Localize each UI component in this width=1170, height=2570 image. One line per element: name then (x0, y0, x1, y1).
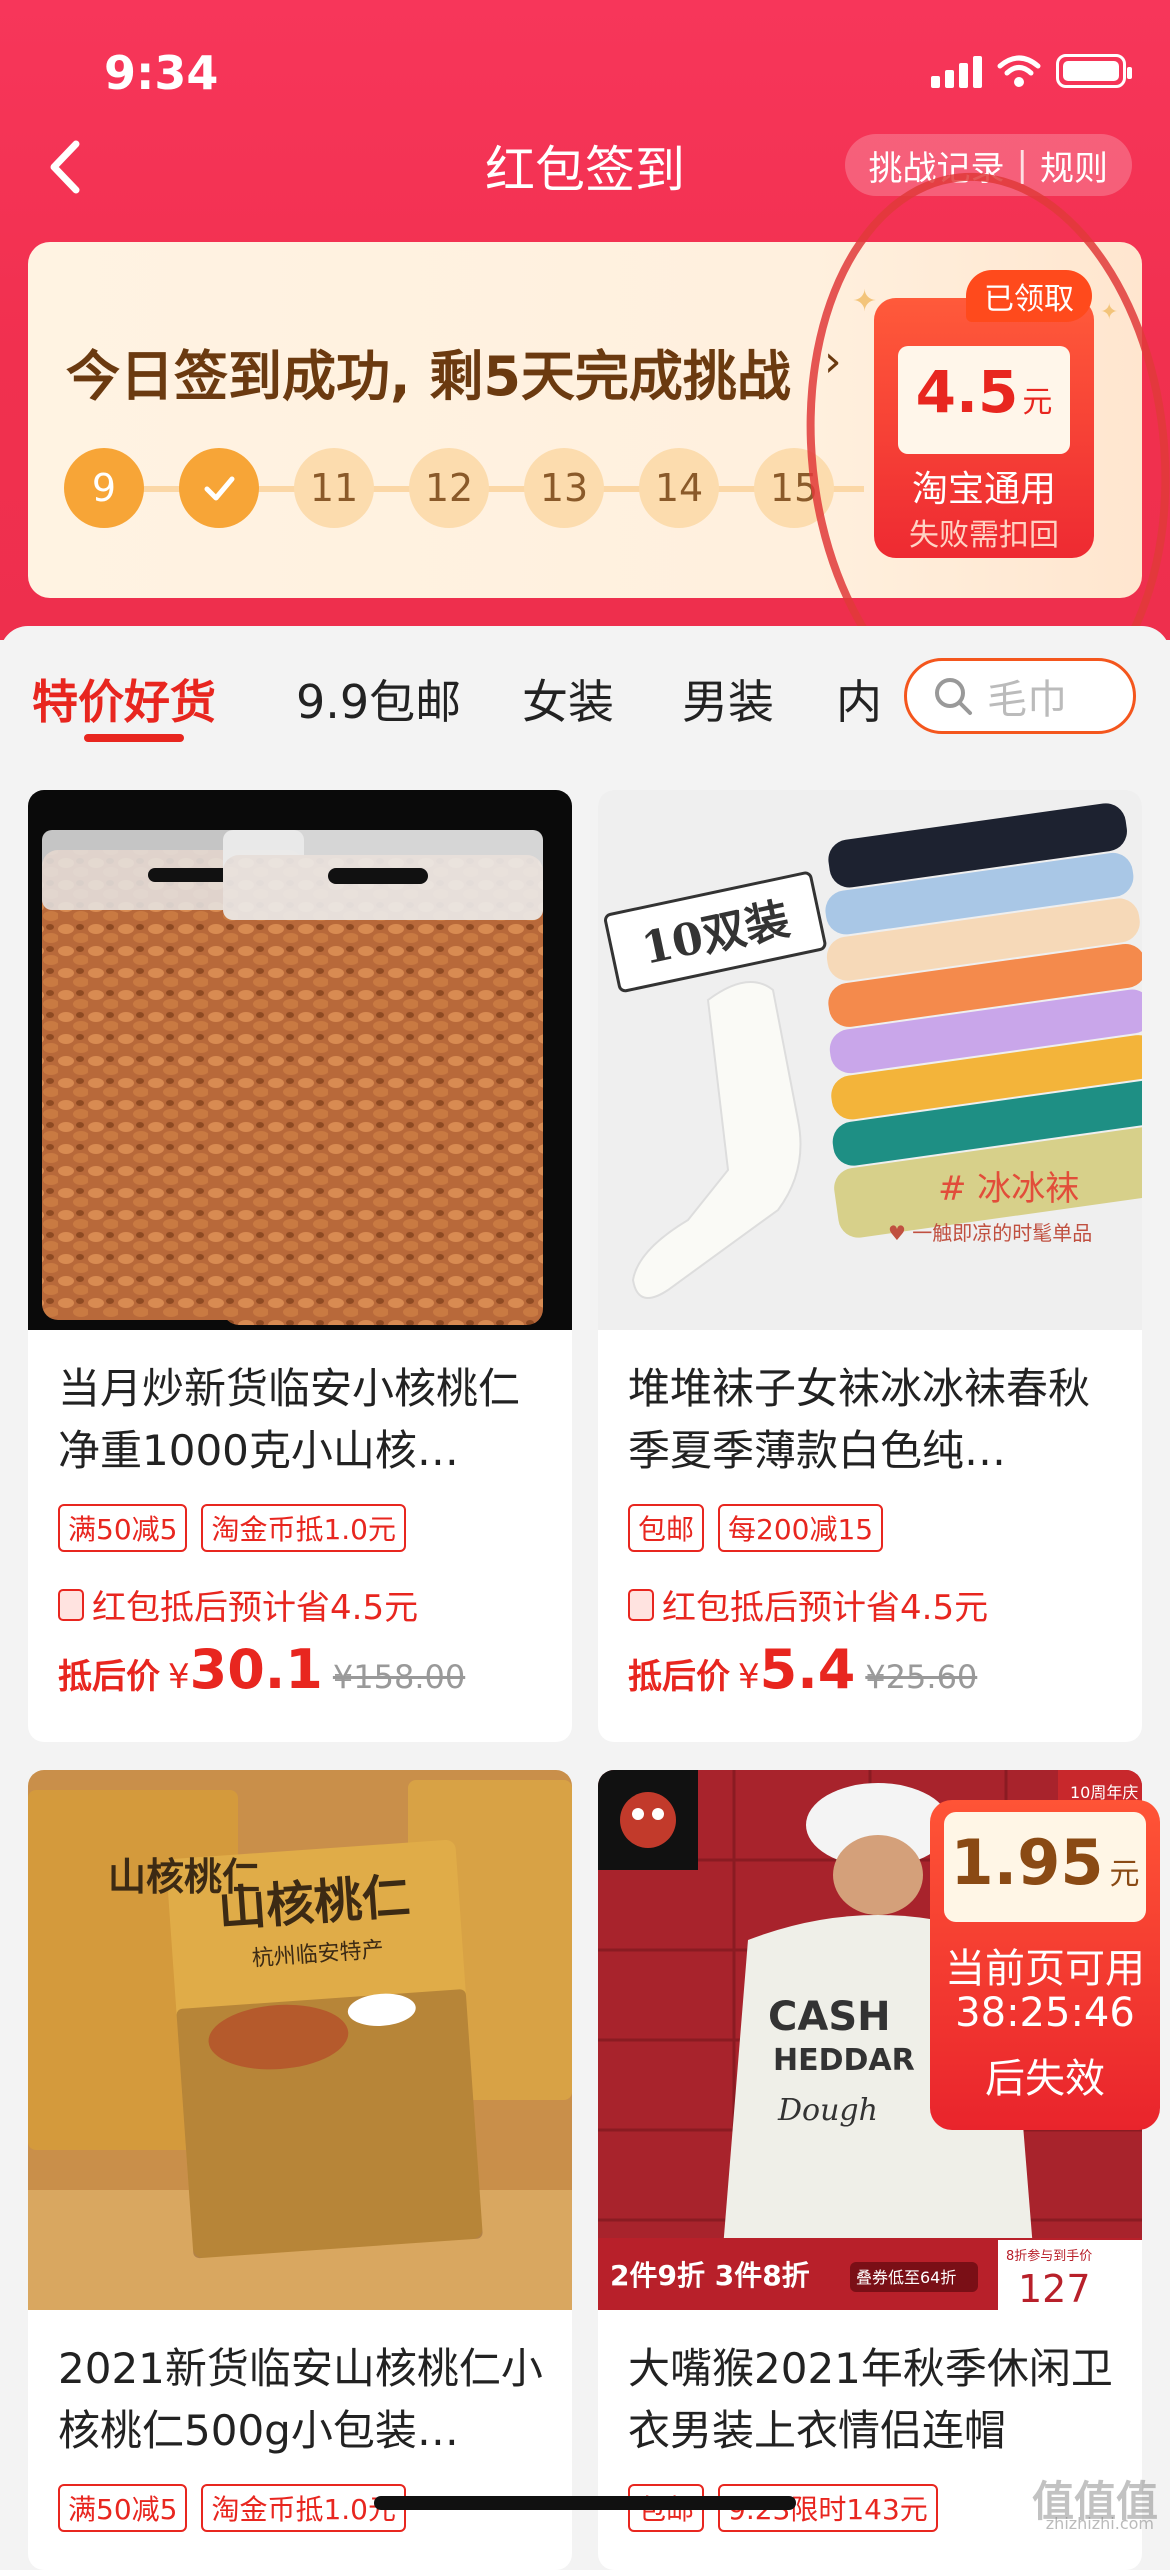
original-price: ¥158.00 (332, 1658, 466, 1696)
product-title[interactable]: 堆堆袜子女袜冰冰袜春秋季夏季薄款白色纯… (628, 1358, 1118, 1482)
search-icon (935, 678, 972, 715)
active-tab-indicator (84, 734, 184, 742)
price-value: 30.1 (189, 1638, 323, 1701)
promo-tag: 包邮 (628, 1504, 705, 1552)
svg-text:CASH: CASH (768, 1994, 891, 2040)
rules-link[interactable]: 规则 (1040, 141, 1108, 190)
promo-tag: 每200减15 (718, 1504, 884, 1552)
search-placeholder: 毛巾 (987, 677, 1067, 723)
product-hashtag: # 冰冰袜 (938, 1169, 1079, 1209)
product-title[interactable]: 当月炒新货临安小核桃仁净重1000克小山核… (58, 1358, 548, 1482)
price-value: 5.4 (759, 1638, 856, 1701)
bag-title-text: 山核桃仁 (108, 1855, 260, 1899)
status-icons (931, 54, 1132, 88)
tab-free-shipping[interactable]: 9.9包邮 (296, 666, 461, 732)
red-packet-saving: 红包抵后预计省4.5元 (628, 1580, 988, 1629)
price-currency: ¥ (738, 1657, 760, 1697)
float-amount: 1.95 (950, 1826, 1104, 1899)
wifi-icon (997, 55, 1041, 87)
day-step: 11 (294, 448, 374, 528)
floating-red-packet[interactable]: 1.95 元 当前页可用 38:25:46 后失效 (930, 1800, 1160, 2130)
checkin-message: 今日签到成功, 剩5天完成挑战 (66, 345, 791, 408)
float-line1: 当前页可用 (945, 1946, 1145, 1992)
tab-underwear[interactable]: 内 (836, 666, 882, 732)
day-step: 13 (524, 448, 604, 528)
day-step: 14 (639, 448, 719, 528)
product-image[interactable]: 山核桃仁 杭州临安特产 山核桃仁 (28, 1770, 572, 2310)
price-label: 抵后价 (58, 1657, 160, 1697)
home-indicator[interactable] (374, 2496, 796, 2510)
nav-separator: | (1016, 145, 1028, 185)
float-amount-box: 1.95 元 (944, 1812, 1146, 1922)
day-step: 9 (64, 448, 144, 528)
saving-text: 红包抵后预计省4.5元 (92, 1588, 419, 1628)
promo-tag: 满50减5 (58, 1504, 188, 1552)
float-unit: 元 (1109, 1857, 1140, 1892)
product-title[interactable]: 大嘴猴2021年秋季休闲卫衣男装上衣情侣连帽 (628, 2338, 1118, 2462)
promo-tag: 淘金币抵1.0元 (201, 1504, 406, 1552)
watermark-url: zhizhizhi.com (1045, 2514, 1154, 2533)
checkin-progress: 9 11 12 13 14 15 (64, 448, 864, 528)
product-tags: 满50减5 淘金币抵1.0元 (58, 2484, 406, 2532)
day-step: 12 (409, 448, 489, 528)
promo-banner-text: 2件9折 3件8折 (610, 2259, 810, 2292)
promo-banner-tag: 叠券低至64折 (856, 2268, 956, 2287)
product-title[interactable]: 2021新货临安山核桃仁小核桃仁500g小包装… (58, 2338, 548, 2462)
product-image[interactable] (28, 790, 572, 1330)
product-tags: 包邮 每200减15 (628, 1504, 884, 1552)
price-label: 抵后价 (628, 1657, 730, 1697)
search-input[interactable]: 毛巾 (904, 658, 1136, 734)
saving-text: 红包抵后预计省4.5元 (662, 1588, 989, 1628)
product-card[interactable]: 10双装 # 冰冰袜 ♥ 一触即凉的时髦单品 堆堆袜子女袜冰冰袜春秋季夏季薄款白… (598, 790, 1142, 1742)
promo-price-caption: 8折参与到手价 (1006, 2248, 1092, 2264)
tab-special-deals[interactable]: 特价好货 (32, 666, 216, 732)
battery-icon (1056, 54, 1132, 88)
promo-tag: 满50减5 (58, 2484, 188, 2532)
product-tags: 满50减5 淘金币抵1.0元 (58, 1504, 406, 1552)
signal-icon (931, 54, 982, 88)
tab-womens[interactable]: 女装 (522, 666, 614, 732)
svg-text:Dough: Dough (777, 2093, 878, 2128)
price-row: 抵后价 ¥ 5.4 ¥25.60 (628, 1638, 977, 1701)
checkmark-icon (179, 448, 259, 528)
product-slogan: ♥ 一触即凉的时髦单品 (888, 1221, 1092, 1245)
red-packet-icon (58, 1588, 84, 1621)
tab-mens[interactable]: 男装 (682, 666, 774, 732)
countdown-timer: 38:25:46 (955, 1990, 1135, 2036)
category-tabs: 特价好货 9.9包邮 女装 男装 内 毛巾 (0, 626, 1170, 776)
float-line3: 后失效 (985, 2056, 1105, 2102)
price-currency: ¥ (168, 1657, 190, 1697)
product-card[interactable]: 山核桃仁 杭州临安特产 山核桃仁 2021新货临安山核桃仁小核桃仁500g小包装… (28, 1770, 572, 2570)
red-packet-icon (628, 1588, 654, 1621)
product-card[interactable]: 当月炒新货临安小核桃仁净重1000克小山核… 满50减5 淘金币抵1.0元 红包… (28, 790, 572, 1742)
status-bar: 9:34 (0, 40, 1170, 110)
price-row: 抵后价 ¥ 30.1 ¥158.00 (58, 1638, 465, 1701)
svg-text:HEDDAR: HEDDAR (773, 2043, 915, 2078)
product-image[interactable]: 10双装 # 冰冰袜 ♥ 一触即凉的时髦单品 (598, 790, 1142, 1330)
red-packet-saving: 红包抵后预计省4.5元 (58, 1580, 418, 1629)
status-time: 9:34 (104, 46, 219, 100)
original-price: ¥25.60 (865, 1658, 978, 1696)
promo-price: 127 (1018, 2267, 1091, 2310)
